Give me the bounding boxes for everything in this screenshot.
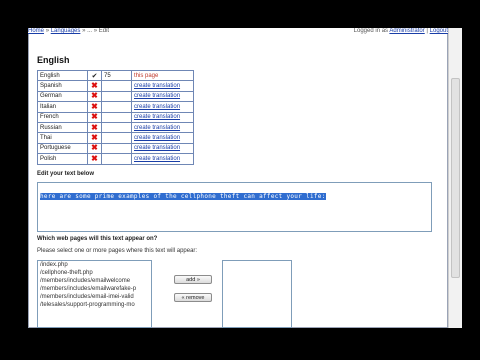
page-option[interactable]: /members/includes/emailwelcome	[38, 277, 151, 285]
language-name: Spanish	[37, 80, 88, 92]
scrollbar-thumb[interactable]	[451, 78, 460, 278]
language-row: Thai ✖ create translation	[37, 132, 194, 144]
language-action-link[interactable]: create translation	[134, 145, 180, 151]
remove-button[interactable]: « remove	[174, 293, 212, 302]
language-action-link[interactable]: create translation	[134, 114, 180, 120]
status-cell: ✖	[87, 142, 102, 155]
word-count	[101, 90, 132, 103]
page-option[interactable]: /members/includes/email-imei-valid	[38, 293, 151, 301]
word-count	[101, 101, 132, 113]
language-row: Polish ✖ create translation	[37, 153, 194, 165]
language-action-link[interactable]: this page	[134, 73, 158, 79]
language-name: English	[37, 69, 88, 82]
pages-question-label: Which web pages will this text appear on…	[37, 236, 158, 242]
language-action-link[interactable]: create translation	[134, 156, 180, 162]
check-icon: ✔	[91, 72, 98, 80]
action-cell: create translation	[131, 153, 194, 165]
selected-text[interactable]: here are some prime examples of the cell…	[40, 193, 326, 200]
language-name: Portuguese	[37, 142, 88, 155]
language-action-link[interactable]: create translation	[134, 83, 180, 89]
browser-viewport: Home » Languages » ... » Edit Logged in …	[28, 28, 462, 328]
selected-pages-list[interactable]	[222, 260, 292, 328]
language-action-link[interactable]: create translation	[134, 104, 180, 110]
edit-text-label: Edit your text below	[37, 171, 95, 177]
x-icon: ✖	[91, 81, 98, 91]
language-row: Portuguese ✖ create translation	[37, 142, 194, 155]
x-icon: ✖	[91, 143, 98, 153]
x-icon: ✖	[91, 101, 98, 111]
add-button[interactable]: add »	[174, 275, 212, 284]
language-title: English	[37, 55, 70, 65]
page-option[interactable]: /index.php	[38, 261, 151, 269]
word-count	[101, 80, 132, 92]
action-cell: create translation	[131, 90, 194, 103]
status-cell: ✖	[87, 132, 102, 144]
status-cell: ✖	[87, 121, 102, 134]
word-count	[101, 132, 132, 144]
language-name: Polish	[37, 153, 88, 165]
translations-table: English ✔ 75 this page Spanish ✖ create transl…	[37, 69, 194, 165]
status-cell: ✖	[87, 153, 102, 165]
status-cell: ✖	[87, 80, 102, 92]
word-count	[101, 142, 132, 155]
x-icon: ✖	[91, 133, 98, 143]
language-name: Thai	[37, 132, 88, 144]
language-row: German ✖ create translation	[37, 90, 194, 103]
word-count	[101, 111, 132, 123]
language-name: French	[37, 111, 88, 123]
x-icon: ✖	[91, 91, 98, 101]
status-cell: ✖	[87, 101, 102, 113]
pages-hint-label: Please select one or more pages where th…	[37, 248, 198, 254]
language-row: English ✔ 75 this page	[37, 69, 194, 82]
action-cell: create translation	[131, 111, 194, 123]
action-cell: this page	[131, 69, 194, 82]
action-cell: create translation	[131, 80, 194, 92]
status-cell: ✖	[87, 90, 102, 103]
action-cell: create translation	[131, 101, 194, 113]
action-cell: create translation	[131, 132, 194, 144]
language-row: Italian ✖ create translation	[37, 101, 194, 113]
available-pages-list[interactable]: /index.php/cellphone-theft.php/members/i…	[37, 260, 152, 328]
page-scrollbar[interactable]	[448, 28, 462, 328]
word-count	[101, 121, 132, 134]
action-cell: create translation	[131, 142, 194, 155]
word-count	[101, 153, 132, 165]
language-name: Russian	[37, 121, 88, 134]
language-name: Italian	[37, 101, 88, 113]
action-cell: create translation	[131, 121, 194, 134]
language-action-link[interactable]: create translation	[134, 125, 180, 131]
word-count: 75	[101, 69, 132, 82]
language-name: German	[37, 90, 88, 103]
language-action-link[interactable]: create translation	[134, 135, 180, 141]
x-icon: ✖	[91, 122, 98, 132]
language-row: Russian ✖ create translation	[37, 121, 194, 134]
language-row: French ✖ create translation	[37, 111, 194, 123]
x-icon: ✖	[91, 153, 98, 163]
x-icon: ✖	[91, 112, 98, 122]
status-cell: ✖	[87, 111, 102, 123]
status-cell: ✔	[87, 69, 102, 82]
language-action-link[interactable]: create translation	[134, 93, 180, 99]
page-option[interactable]: /cellphone-theft.php	[38, 269, 151, 277]
language-row: Spanish ✖ create translation	[37, 80, 194, 92]
translation-textarea[interactable]: here are some prime examples of the cell…	[37, 182, 432, 232]
video-frame: Home » Languages » ... » Edit Logged in …	[0, 0, 480, 360]
page-option[interactable]: /telesales/support-programming-mo	[38, 301, 151, 309]
page-option[interactable]: /members/includes/emailwarefake-p	[38, 285, 151, 293]
